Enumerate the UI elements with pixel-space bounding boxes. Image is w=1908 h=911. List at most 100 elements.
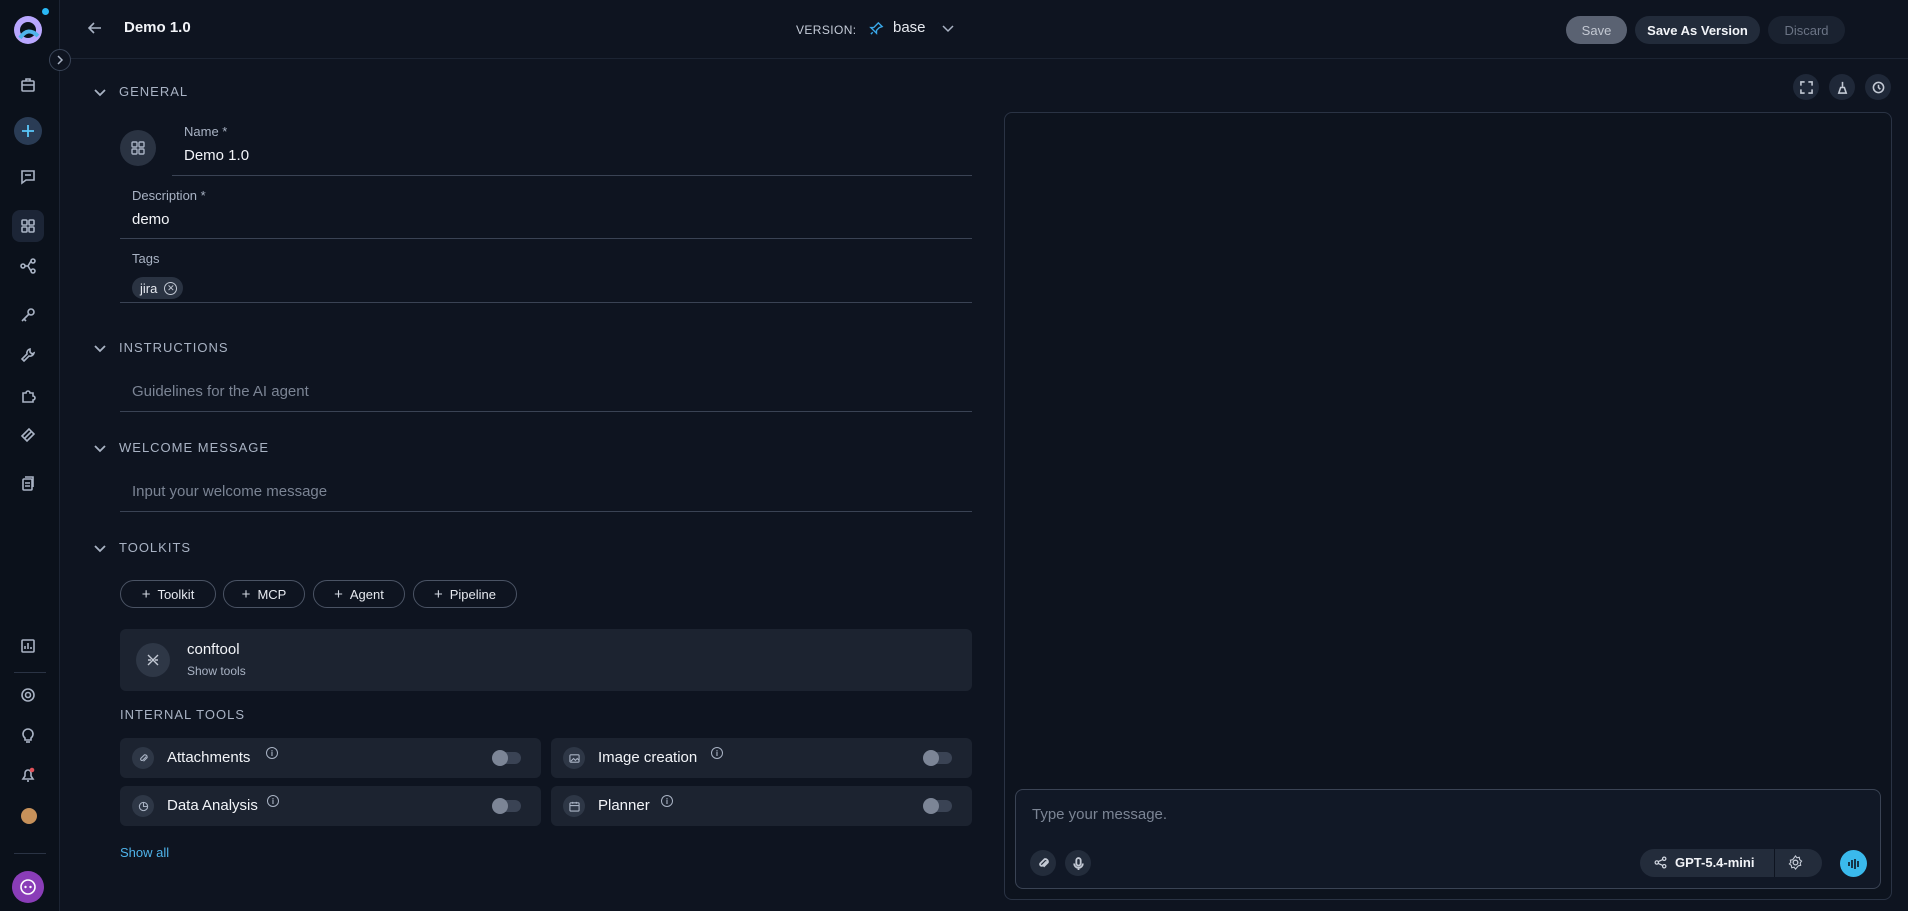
chevron-down-icon	[94, 344, 106, 352]
instructions-underline	[120, 411, 972, 412]
lightbulb-icon[interactable]	[16, 723, 40, 747]
chat-input-box: Type your message. GPT-5.4-mini	[1015, 789, 1881, 889]
remove-tag-icon[interactable]: ✕	[164, 281, 178, 295]
clear-chat-icon[interactable]	[1829, 74, 1855, 100]
show-tools-link[interactable]: Show tools	[187, 664, 246, 678]
notification-dot	[42, 8, 49, 15]
back-arrow-icon[interactable]	[87, 20, 103, 41]
settings-gear-icon[interactable]	[16, 683, 40, 707]
chat-message-input[interactable]: Type your message.	[1032, 806, 1167, 823]
model-label: GPT-5.4-mini	[1654, 855, 1754, 870]
section-general-toggle[interactable]: GENERAL	[93, 84, 188, 99]
section-welcome-toggle[interactable]: WELCOME MESSAGE	[93, 440, 269, 455]
data-analysis-toggle[interactable]	[492, 798, 521, 814]
toolkit-icon	[136, 643, 170, 677]
tags-underline	[120, 302, 972, 303]
internal-tool-planner: Planner i	[551, 786, 972, 826]
name-field[interactable]: Demo 1.0	[184, 147, 249, 164]
wrench-icon[interactable]	[16, 343, 40, 367]
plus-icon: +	[241, 585, 251, 603]
attach-file-icon[interactable]	[1030, 850, 1056, 876]
section-title: GENERAL	[119, 84, 189, 99]
chat-panel: Type your message. GPT-5.4-mini	[1004, 112, 1892, 900]
save-button[interactable]: Save	[1566, 16, 1627, 44]
expand-sidebar-button[interactable]	[49, 49, 71, 71]
voice-send-button[interactable]	[1840, 850, 1867, 877]
add-mcp-button[interactable]: + MCP	[223, 580, 305, 608]
pipelines-icon[interactable]	[16, 254, 40, 278]
show-all-link[interactable]: Show all	[120, 845, 169, 860]
image-creation-toggle[interactable]	[923, 750, 952, 766]
info-icon[interactable]: i	[267, 795, 279, 807]
user-avatar[interactable]	[21, 808, 37, 824]
planner-toggle[interactable]	[923, 798, 952, 814]
tool-name: Image creation	[598, 749, 698, 766]
section-title: TOOLKITS	[119, 540, 192, 555]
create-new-button[interactable]	[14, 117, 42, 145]
chevron-down-icon	[94, 444, 106, 452]
button-label: Agent	[349, 586, 384, 602]
toolkit-card[interactable]: conftool Show tools	[120, 629, 972, 691]
documents-icon[interactable]	[16, 472, 40, 496]
info-icon[interactable]: i	[661, 795, 673, 807]
tag-label: jira	[140, 280, 158, 296]
info-icon[interactable]: i	[266, 747, 278, 759]
bell-icon[interactable]	[16, 763, 40, 787]
chat-icon[interactable]	[16, 165, 40, 189]
chevron-down-icon	[94, 544, 106, 552]
page-title: Demo 1.0	[124, 19, 191, 36]
description-label: Description *	[132, 188, 206, 203]
plus-icon: +	[433, 585, 443, 603]
internal-tools-title: INTERNAL TOOLS	[120, 707, 246, 722]
calendar-icon	[563, 795, 585, 817]
puzzle-icon[interactable]	[16, 384, 40, 408]
add-agent-button[interactable]: + Agent	[313, 580, 405, 608]
chevron-down-icon	[94, 88, 106, 96]
toolkit-name: conftool	[187, 641, 240, 658]
name-label: Name *	[184, 124, 228, 139]
data-analysis-icon	[132, 795, 154, 817]
tool-name: Data Analysis	[167, 797, 258, 814]
agents-grid-icon[interactable]	[12, 210, 44, 242]
key-icon[interactable]	[16, 303, 40, 327]
button-label: Toolkit	[157, 586, 195, 602]
button-label: MCP	[257, 586, 287, 602]
info-icon[interactable]: i	[711, 747, 723, 759]
attachments-toggle[interactable]	[492, 750, 521, 766]
history-icon[interactable]	[1865, 74, 1891, 100]
save-as-version-button[interactable]: Save As Version	[1635, 16, 1760, 44]
share-nodes-icon	[1654, 856, 1667, 869]
model-selector[interactable]: GPT-5.4-mini	[1640, 849, 1822, 877]
chevron-down-icon[interactable]	[941, 21, 955, 40]
agent-avatar-icon[interactable]	[120, 130, 156, 166]
description-field[interactable]: demo	[132, 211, 170, 228]
section-toolkits-toggle[interactable]: TOOLKITS	[93, 540, 191, 555]
add-toolkit-button[interactable]: + Toolkit	[120, 580, 216, 608]
image-icon	[563, 747, 585, 769]
internal-tool-attachments: Attachments i	[120, 738, 541, 778]
discard-button[interactable]: Discard	[1768, 16, 1845, 44]
button-label: Pipeline	[449, 586, 497, 602]
version-label: VERSION:	[796, 23, 857, 37]
layers-icon[interactable]	[16, 423, 40, 447]
version-selector[interactable]: base	[893, 19, 926, 36]
sidebar-divider	[14, 853, 46, 854]
microphone-icon[interactable]	[1065, 850, 1091, 876]
briefcase-icon[interactable]	[16, 73, 40, 97]
internal-tool-image-creation: Image creation i	[551, 738, 972, 778]
tags-label: Tags	[132, 251, 160, 266]
instructions-input[interactable]: Guidelines for the AI agent	[132, 383, 309, 400]
reports-icon[interactable]	[16, 634, 40, 658]
paperclip-icon	[132, 747, 154, 769]
pin-icon	[869, 21, 884, 41]
section-title: WELCOME MESSAGE	[119, 440, 270, 455]
fullscreen-icon[interactable]	[1793, 74, 1819, 100]
name-underline	[172, 175, 972, 176]
model-name: GPT-5.4-mini	[1675, 855, 1755, 870]
app-logo-icon[interactable]	[12, 14, 44, 46]
welcome-message-input[interactable]: Input your welcome message	[132, 483, 327, 500]
section-instructions-toggle[interactable]: INSTRUCTIONS	[93, 340, 229, 355]
assistant-logo-icon[interactable]	[12, 871, 44, 903]
model-settings-icon[interactable]	[1788, 855, 1803, 875]
add-pipeline-button[interactable]: + Pipeline	[413, 580, 517, 608]
